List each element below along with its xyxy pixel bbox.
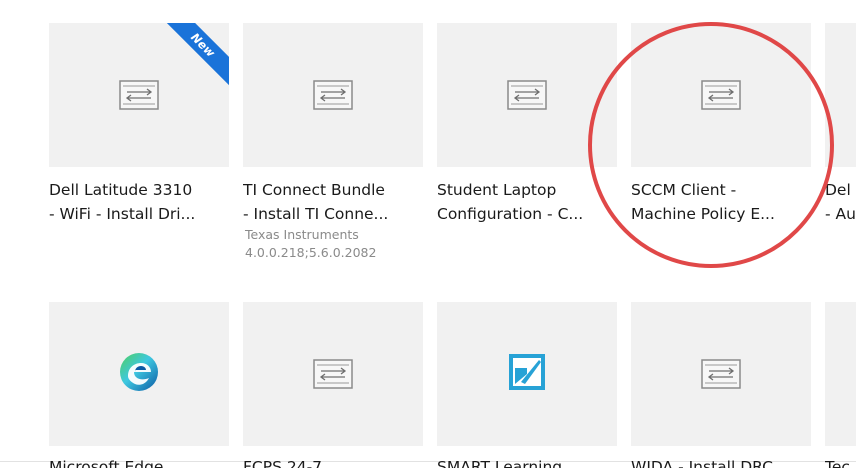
app-title-smart-learning[interactable]: SMART Learning [437,455,617,468]
package-icon [119,80,159,110]
app-version: 4.0.0.218;5.6.0.2082 [245,245,377,260]
app-publisher: Texas Instruments [245,227,359,242]
title-line-2: - Install TI Conne... [243,205,389,223]
package-icon [313,80,353,110]
app-title-wida[interactable]: WIDA - Install DRC [631,455,811,468]
app-tile-partial-right-2[interactable] [825,302,856,446]
app-tile-microsoft-edge[interactable] [49,302,229,446]
smart-learning-icon [507,352,547,396]
title-line-2: Configuration - C... [437,205,584,223]
app-title-partial-right[interactable]: Del - Au [825,178,856,226]
app-tile-fcps[interactable] [243,302,423,446]
microsoft-edge-icon [116,349,162,399]
app-title-microsoft-edge[interactable]: Microsoft Edge [49,455,229,468]
app-tile-student-laptop[interactable] [437,23,617,167]
app-tile-sccm-client[interactable] [631,23,811,167]
title-line-1: Dell Latitude 3310 [49,181,193,199]
title-line-2: Machine Policy E... [631,205,775,223]
app-title-dell-latitude[interactable]: Dell Latitude 3310 - WiFi - Install Dri.… [49,178,235,226]
new-badge: New [152,23,229,96]
app-title-student-laptop[interactable]: Student Laptop Configuration - C... [437,178,623,226]
package-icon [701,80,741,110]
app-tile-ti-connect[interactable] [243,23,423,167]
app-title-sccm-client[interactable]: SCCM Client - Machine Policy E... [631,178,817,226]
title-line-1: Del [825,181,851,199]
package-icon [507,80,547,110]
title-line-1: TI Connect Bundle [243,181,385,199]
package-icon [313,359,353,389]
package-icon [701,359,741,389]
app-title-ti-connect[interactable]: TI Connect Bundle - Install TI Conne... [243,178,429,226]
app-title-partial-right-2[interactable]: Tec [825,455,856,468]
title-line-1: SCCM Client - [631,181,737,199]
app-tile-partial-right[interactable] [825,23,856,167]
app-tile-dell-latitude[interactable]: New [49,23,229,167]
title-line-2: - Au [825,205,856,223]
app-tile-wida[interactable] [631,302,811,446]
app-title-fcps[interactable]: FCPS 24-7 [243,455,423,468]
title-line-2: - WiFi - Install Dri... [49,205,196,223]
app-tile-smart-learning[interactable] [437,302,617,446]
title-line-1: Student Laptop [437,181,557,199]
